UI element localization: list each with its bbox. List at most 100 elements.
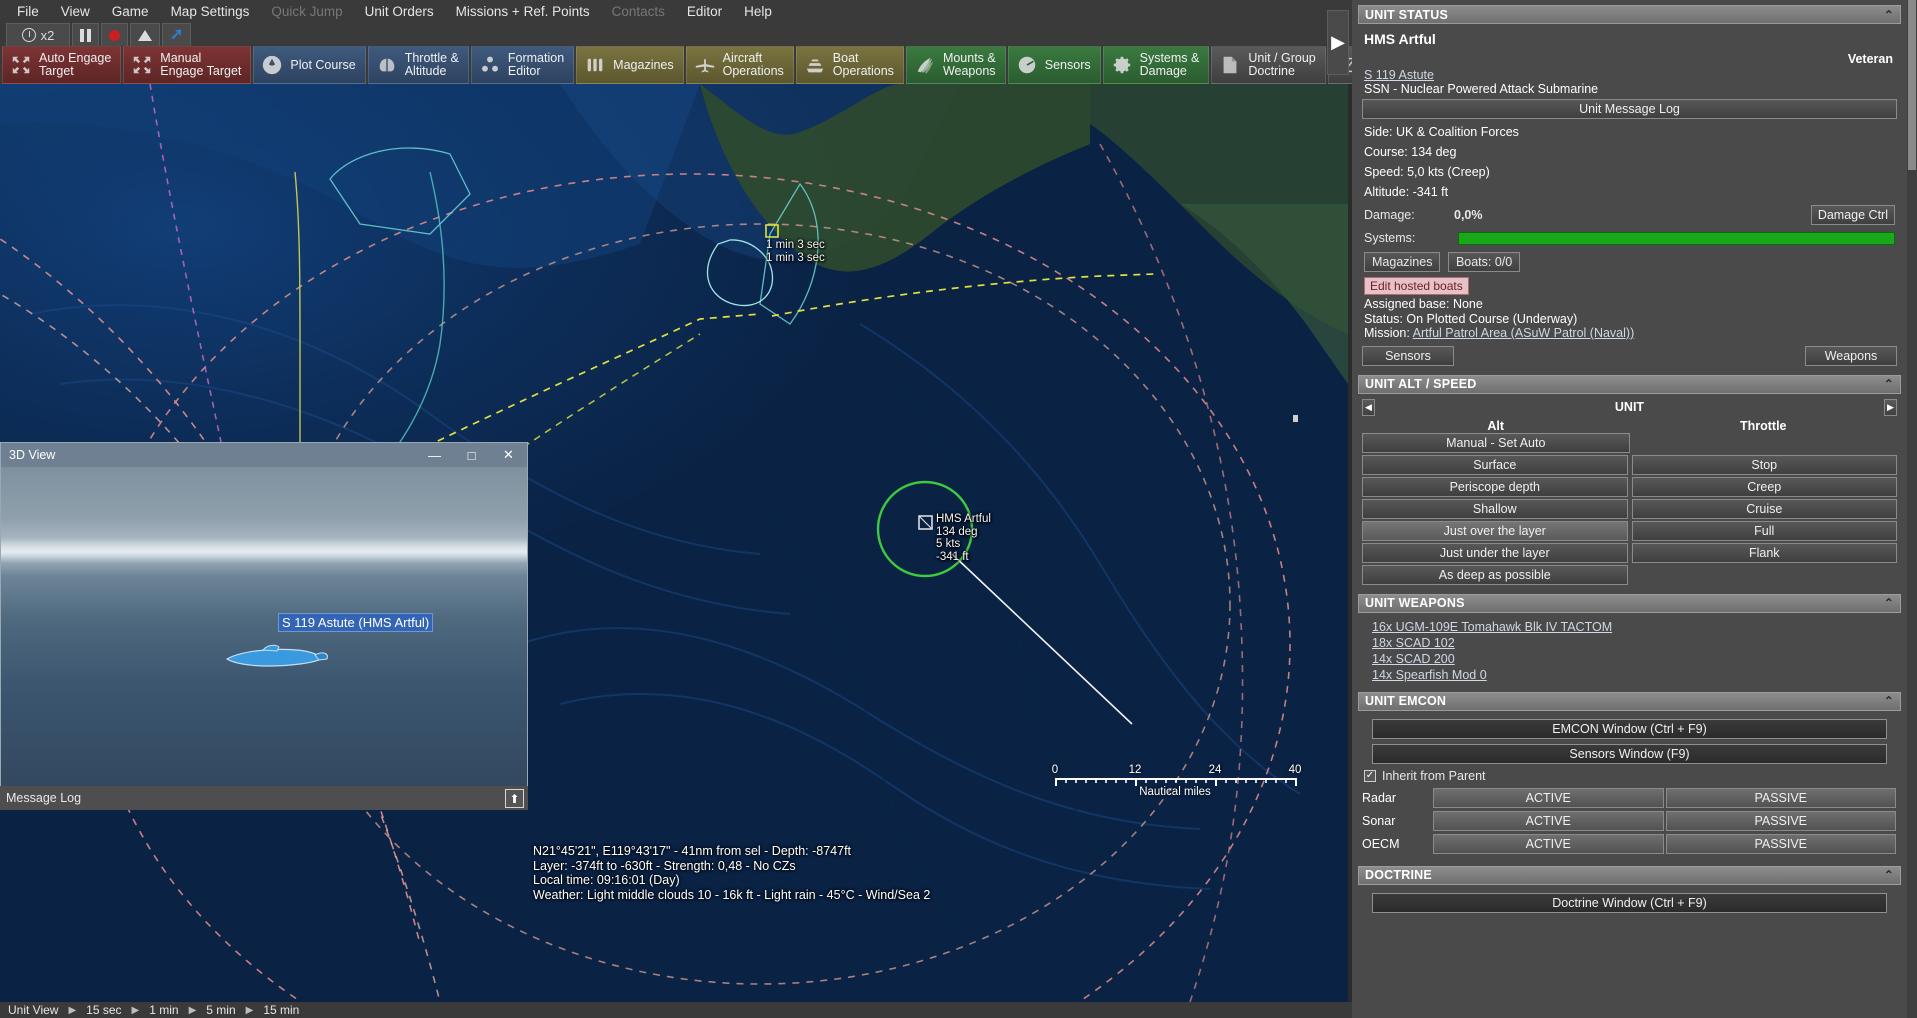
- alt-option-just-over-the-layer[interactable]: Just over the layer: [1362, 521, 1628, 541]
- emcon-sonar-active-button[interactable]: ACTIVE: [1433, 811, 1664, 831]
- emcon-sonar-passive-button[interactable]: PASSIVE: [1666, 811, 1897, 831]
- chevron-up-icon[interactable]: ⌃: [1884, 377, 1894, 391]
- timestep-1-min[interactable]: 1 min: [145, 1003, 182, 1017]
- section-header-doctrine[interactable]: DOCTRINE ⌃: [1358, 866, 1901, 885]
- manual-set-auto-button[interactable]: Manual - Set Auto: [1362, 433, 1630, 453]
- scale-minor-tick: [1185, 778, 1187, 783]
- next-unit-icon[interactable]: ▶: [1884, 399, 1897, 416]
- toolbar-button-magazines[interactable]: Magazines: [576, 46, 683, 84]
- close-icon[interactable]: ✕: [490, 443, 527, 467]
- alt-option-just-under-the-layer[interactable]: Just under the layer: [1362, 543, 1628, 563]
- timestep-15-min[interactable]: 15 min: [259, 1003, 303, 1017]
- 3d-view-viewport[interactable]: S 119 Astute (HMS Artful): [1, 467, 527, 787]
- chevron-up-icon[interactable]: ⌃: [1884, 8, 1894, 22]
- weapon-item[interactable]: 14x Spearfish Mod 0: [1372, 667, 1897, 683]
- section-header-alt-speed[interactable]: UNIT ALT / SPEED ⌃: [1358, 375, 1901, 394]
- section-header-unit-status[interactable]: UNIT STATUS ⌃: [1358, 5, 1901, 24]
- chevron-up-icon[interactable]: ⌃: [1884, 868, 1894, 882]
- sensors-window-button[interactable]: Sensors Window (F9): [1372, 744, 1887, 764]
- expand-up-icon[interactable]: ⬆: [505, 789, 524, 808]
- pause-button[interactable]: [72, 23, 99, 47]
- maximize-icon[interactable]: □: [453, 443, 490, 467]
- jump-button[interactable]: ➚: [162, 23, 191, 47]
- menu-item-help[interactable]: Help: [733, 2, 783, 21]
- weapon-item[interactable]: 14x SCAD 200: [1372, 651, 1897, 667]
- scale-minor-tick: [1065, 778, 1067, 783]
- throttle-option-cruise[interactable]: Cruise: [1632, 499, 1898, 519]
- section-header-unit-weapons[interactable]: UNIT WEAPONS ⌃: [1358, 594, 1901, 613]
- crosshair-manual-icon: [131, 54, 153, 76]
- weapons-button[interactable]: Weapons: [1805, 346, 1897, 366]
- trapezoid-button[interactable]: [130, 23, 160, 47]
- throttle-option-flank[interactable]: Flank: [1632, 543, 1898, 563]
- 3d-view-window[interactable]: 3D View — □ ✕ S 119 Astute (HMS Artful): [0, 442, 528, 788]
- mounts-icon: [914, 54, 936, 76]
- damage-control-button[interactable]: Damage Ctrl: [1811, 205, 1895, 225]
- throttle-option-creep[interactable]: Creep: [1632, 477, 1898, 497]
- doctrine-body: Doctrine Window (Ctrl + F9): [1358, 885, 1901, 922]
- inherit-from-parent-row[interactable]: ✓ Inherit from Parent: [1364, 769, 1897, 783]
- emcon-window-button[interactable]: EMCON Window (Ctrl + F9): [1372, 719, 1887, 739]
- menu-item-view[interactable]: View: [50, 2, 101, 21]
- menu-item-unit-orders[interactable]: Unit Orders: [354, 2, 445, 21]
- toolbar-button-boat-operations[interactable]: Boat Operations: [796, 46, 904, 84]
- alt-speed-column-headers: Alt Throttle: [1362, 419, 1897, 433]
- weapon-item[interactable]: 18x SCAD 102: [1372, 635, 1897, 651]
- emcon-oecm-passive-button[interactable]: PASSIVE: [1666, 834, 1897, 854]
- menu-item-map-settings[interactable]: Map Settings: [160, 2, 261, 21]
- alt-option-shallow[interactable]: Shallow: [1362, 499, 1628, 519]
- toolbar-button-unit-group-doctrine[interactable]: Unit / Group Doctrine: [1211, 46, 1325, 84]
- prev-unit-icon[interactable]: ◀: [1362, 399, 1375, 416]
- sensors-button[interactable]: Sensors: [1362, 346, 1454, 366]
- section-header-unit-emcon[interactable]: UNIT EMCON ⌃: [1358, 692, 1901, 711]
- toolbar-button-mounts-weapons[interactable]: Mounts & Weapons: [906, 46, 1006, 84]
- mission-link[interactable]: Artful Patrol Area (ASuW Patrol (Naval)): [1413, 326, 1635, 340]
- emcon-radar-active-button[interactable]: ACTIVE: [1433, 788, 1664, 808]
- menu-item-game[interactable]: Game: [101, 2, 160, 21]
- record-button[interactable]: [101, 23, 128, 47]
- toolbar-button-systems-damage[interactable]: Systems & Damage: [1103, 46, 1210, 84]
- chevron-up-icon[interactable]: ⌃: [1884, 694, 1894, 708]
- unit-class-link[interactable]: S 119 Astute: [1364, 68, 1434, 82]
- boats-chip[interactable]: Boats: 0/0: [1448, 252, 1520, 272]
- emcon-oecm-active-button[interactable]: ACTIVE: [1433, 834, 1664, 854]
- time-speed-button[interactable]: x2: [6, 23, 70, 47]
- toolbar-button-aircraft-operations[interactable]: Aircraft Operations: [686, 46, 794, 84]
- timestep-5-min[interactable]: 5 min: [202, 1003, 239, 1017]
- submarine-3d-model: [219, 635, 329, 675]
- message-log-bar[interactable]: Message Log ⬆: [0, 786, 528, 810]
- menu-item-missions-ref-points[interactable]: Missions + Ref. Points: [445, 2, 601, 21]
- toolbar-button-sensors[interactable]: Sensors: [1008, 46, 1101, 84]
- unit-status-header-label: UNIT STATUS: [1365, 8, 1448, 22]
- sidebar-scrollbar[interactable]: [1907, 0, 1917, 1018]
- edit-hosted-boats-button[interactable]: Edit hosted boats: [1364, 277, 1469, 295]
- aircraft-icon: [694, 54, 716, 76]
- chevron-up-icon[interactable]: ⌃: [1884, 596, 1894, 610]
- toolbar-button-plot-course[interactable]: Plot Course: [253, 46, 365, 84]
- minimize-icon[interactable]: —: [416, 443, 453, 467]
- alt-option-as-deep-as-possible[interactable]: As deep as possible: [1362, 565, 1628, 585]
- timestep-15-sec[interactable]: 15 sec: [82, 1003, 125, 1017]
- checkbox-icon[interactable]: ✓: [1364, 770, 1376, 782]
- sidebar-scroll-thumb[interactable]: [1908, 0, 1916, 170]
- doctrine-window-button[interactable]: Doctrine Window (Ctrl + F9): [1372, 893, 1887, 913]
- sidebar-collapse-handle[interactable]: ▶: [1327, 10, 1349, 75]
- toolbar-button-throttle-altitude[interactable]: Throttle & Altitude: [368, 46, 469, 84]
- menu-item-editor[interactable]: Editor: [676, 2, 733, 21]
- magazines-chip[interactable]: Magazines: [1364, 252, 1440, 272]
- toolbar-button-formation-editor[interactable]: Formation Editor: [471, 46, 574, 84]
- toolbar-button-auto-engage-target[interactable]: Auto Engage Target: [2, 46, 121, 84]
- unit-message-log-button[interactable]: Unit Message Log: [1362, 99, 1897, 119]
- alt-option-periscope-depth[interactable]: Periscope depth: [1362, 477, 1628, 497]
- throttle-option-stop[interactable]: Stop: [1632, 455, 1898, 475]
- throttle-option-full[interactable]: Full: [1632, 521, 1898, 541]
- alt-option-surface[interactable]: Surface: [1362, 455, 1628, 475]
- time-speed-label: x2: [41, 28, 55, 43]
- message-log-title: Message Log: [6, 791, 81, 805]
- emcon-radar-passive-button[interactable]: PASSIVE: [1666, 788, 1897, 808]
- clock-icon: [22, 28, 36, 42]
- weapon-item[interactable]: 16x UGM-109E Tomahawk Blk IV TACTOM: [1372, 619, 1897, 635]
- 3d-view-titlebar[interactable]: 3D View — □ ✕: [1, 443, 527, 467]
- toolbar-button-manual-engage-target[interactable]: Manual Engage Target: [123, 46, 251, 84]
- menu-item-file[interactable]: File: [6, 2, 50, 21]
